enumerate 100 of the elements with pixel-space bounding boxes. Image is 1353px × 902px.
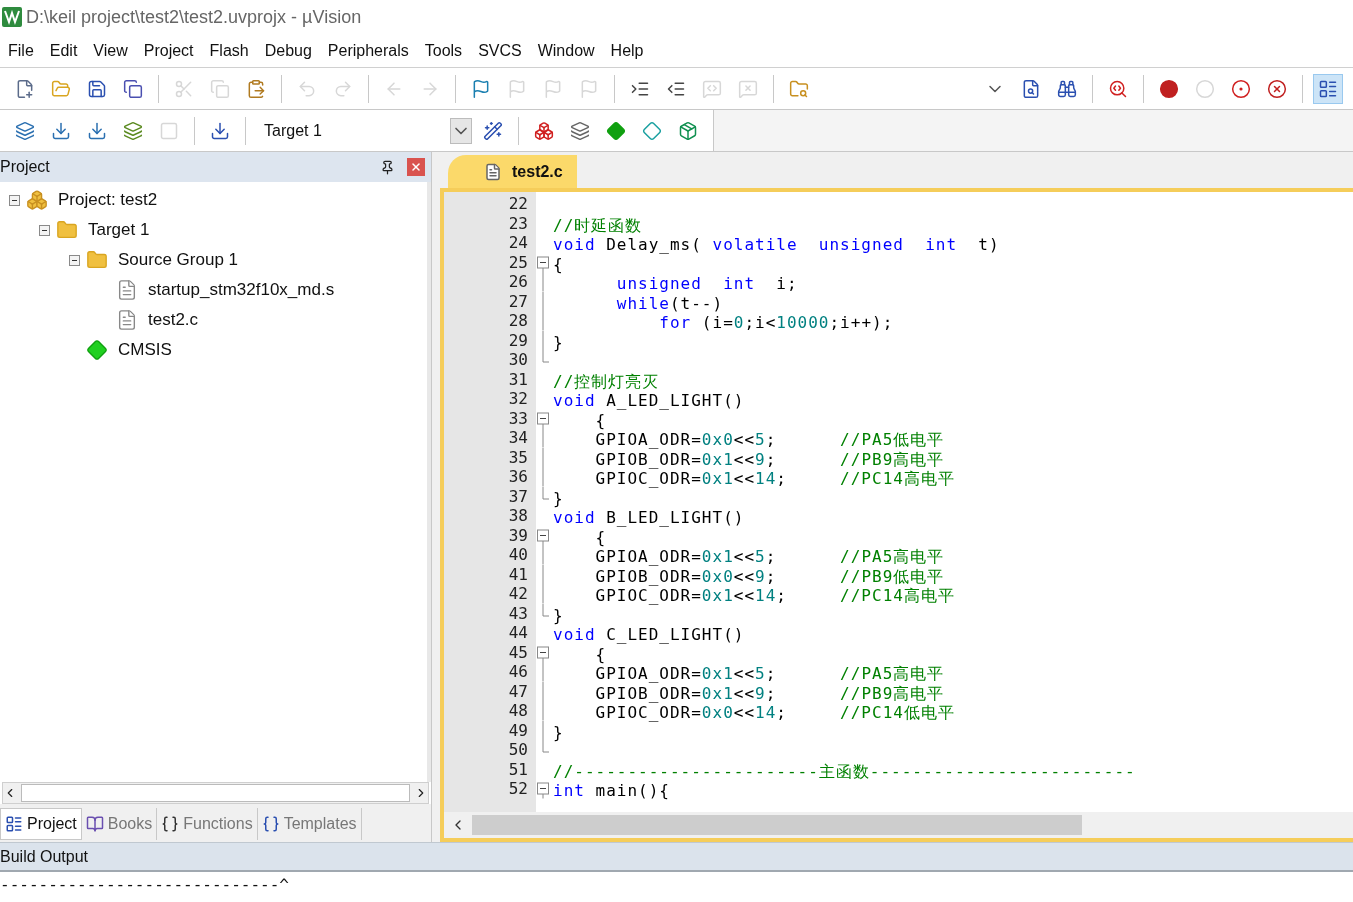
code-line: { [553,254,564,274]
translate-icon [15,120,35,141]
stack-icon [570,120,590,141]
code-line: GPIOC_ODR=0x0<<14; //PC14低电平 [594,703,955,723]
line-number: 26 [508,272,528,292]
folder-icon [86,249,108,271]
code-line: } [553,605,564,625]
panel-tab[interactable]: Functions [157,808,258,840]
code-line: int main(){ [553,781,670,801]
window-title: D:\keil project\test2\test2.uvprojx - µVision [26,5,362,29]
line-number: 28 [508,311,528,331]
line-number: 46 [508,662,528,682]
folder-icon [51,78,71,99]
collapse-icon[interactable] [68,254,80,266]
template-icon [261,815,280,833]
line-number: 48 [508,701,528,721]
comment-icon [702,78,722,99]
tree-item[interactable]: Target 1 [88,217,150,243]
code-line: GPIOB_ODR=0x1<<9; //PB9高电平 [594,449,945,469]
code-line: void A_LED_LIGHT() [553,391,745,411]
collapse-icon[interactable] [38,224,50,236]
menu-item[interactable]: Project [135,38,202,63]
menu-item[interactable]: Tools [416,38,471,63]
panel-tab[interactable]: Templates [257,808,362,840]
menu-item[interactable]: File [0,38,42,63]
line-number: 44 [508,623,528,643]
flag-icon [579,78,599,99]
cut-icon [174,78,194,99]
menu-item[interactable]: Peripherals [319,38,417,63]
output-line: -----------------------------^ [0,876,290,894]
line-number: 47 [508,681,528,701]
line-number: 32 [508,389,528,409]
code-line: void Delay_ms( volatile unsigned int t) [553,235,1000,255]
stop-build-icon [159,120,179,141]
folder-search-icon [789,78,809,99]
code-line: { [594,644,607,664]
circle-icon [1195,78,1215,99]
code-line: GPIOC_ODR=0x1<<14; //PC14高电平 [594,469,955,489]
line-number: 43 [508,603,528,623]
tree-item[interactable]: test2.c [148,307,199,333]
code-line: void C_LED_LIGHT() [553,625,745,645]
line-number: 40 [508,545,528,565]
editor-tab[interactable]: test2.c [448,155,577,188]
code-line: GPIOC_ODR=0x1<<14; //PC14高电平 [594,586,955,606]
tree-item[interactable]: Project: test2 [58,187,158,213]
menu-item[interactable]: Help [602,38,652,63]
horizontal-scrollbar[interactable] [2,782,429,804]
code-line: void B_LED_LIGHT() [553,508,745,528]
code-line: for (i=0;i<10000;i++); [658,313,894,333]
scroll-thumb[interactable] [472,815,1082,835]
diamond-icon [606,120,626,141]
code-line: GPIOA_ODR=0x1<<5; //PA5高电平 [594,664,945,684]
menu-item[interactable]: Window [529,38,603,63]
folder-icon [56,219,78,241]
code-line: while(t--) [615,293,724,313]
collapse-icon[interactable] [8,194,20,206]
line-number: 29 [508,330,528,350]
line-number: 37 [508,486,528,506]
line-number: 30 [508,350,528,370]
close-icon [410,161,422,173]
pin-icon[interactable] [380,159,395,175]
dropdown-icon [450,117,472,144]
code-line: unsigned int i; [615,274,798,294]
load-icon [210,120,230,141]
panel-tab[interactable]: Project [0,808,82,840]
braces-icon [161,815,180,833]
uncomment-icon [738,78,758,99]
menu-item[interactable]: SVCS [470,38,530,63]
file-icon [484,162,502,181]
menu-item[interactable]: Flash [201,38,257,63]
books-icon [85,815,104,833]
flag-icon [507,78,527,99]
line-number: 24 [508,233,528,253]
rebuild-icon [87,120,107,141]
line-number: 23 [508,213,528,233]
breakpoints-icon [1231,78,1251,99]
menu-item[interactable]: Edit [41,38,86,63]
menu-item[interactable]: View [85,38,136,63]
copy-icon [210,78,230,99]
tree-item[interactable]: Source Group 1 [118,247,238,273]
wand-icon [483,120,503,141]
build-icon [51,120,71,141]
window-button[interactable] [1313,73,1343,104]
tree-item[interactable]: CMSIS [118,337,172,363]
target-select[interactable]: Target 1 [256,115,472,146]
menu-item[interactable]: Debug [256,38,320,63]
code-line: GPIOA_ODR=0x1<<5; //PA5高电平 [594,547,945,567]
tree-item[interactable]: startup_stm32f10x_md.s [148,277,335,303]
gem-icon [642,120,662,141]
batch-build-icon [123,120,143,141]
line-number: 38 [508,506,528,526]
line-number: 35 [508,447,528,467]
flag-icon [543,78,563,99]
panel-tab[interactable]: Books [81,808,158,840]
fold-icon[interactable] [536,779,550,799]
project-icon [26,189,48,211]
line-number: 25 [508,252,528,272]
close-button[interactable] [407,158,425,176]
breakpoint-icon [1159,78,1179,99]
project-icon [5,815,23,833]
